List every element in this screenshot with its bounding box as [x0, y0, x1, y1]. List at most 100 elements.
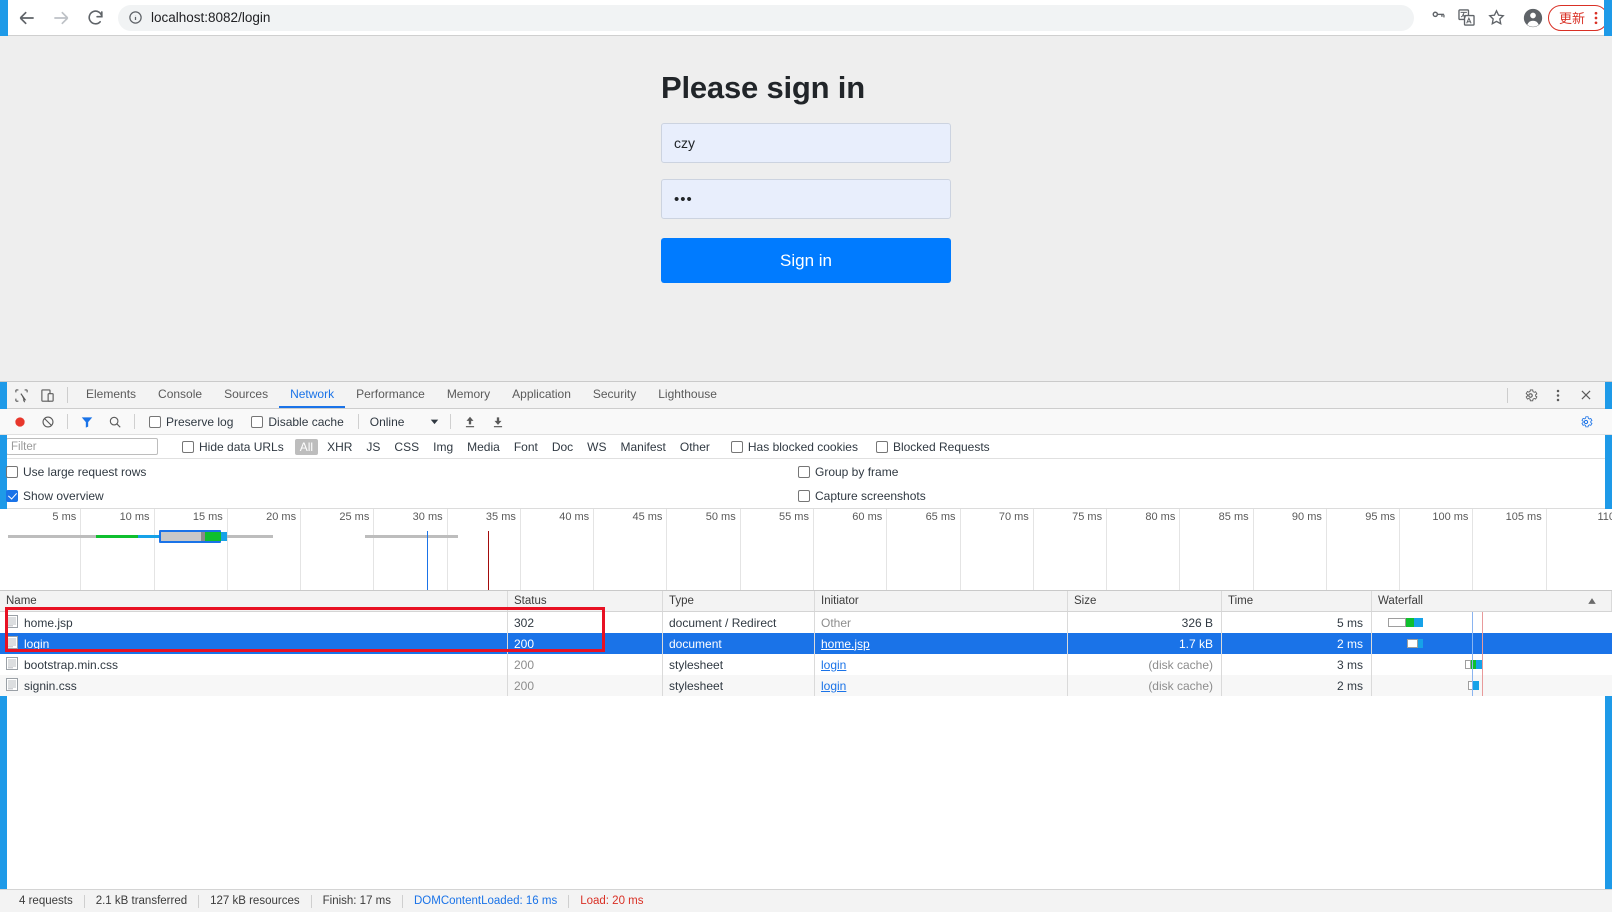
cell-name: login	[0, 633, 508, 654]
column-header-name[interactable]: Name	[0, 591, 508, 611]
group-by-frame-checkbox[interactable]: Group by frame	[798, 465, 898, 479]
forward-arrow-icon[interactable]	[44, 1, 78, 35]
filter-type-media[interactable]: Media	[462, 439, 505, 455]
tab-console[interactable]: Console	[147, 382, 213, 408]
tab-network[interactable]: Network	[279, 382, 346, 408]
login-form: Please sign in czy ••• Sign in	[661, 36, 951, 283]
overview-tick-label: 70 ms	[998, 511, 1029, 523]
table-row[interactable]: home.jsp 302 document / Redirect Other 326 B…	[0, 612, 1612, 633]
filter-type-js[interactable]: JS	[361, 439, 385, 455]
network-overview-timeline[interactable]: 5 ms 10 ms 15 ms 20 ms 25 ms 30 ms 35 ms 40 ms 4…	[0, 509, 1612, 591]
gear-icon[interactable]	[1516, 388, 1544, 403]
device-toolbar-icon[interactable]	[34, 382, 60, 408]
column-label: Time	[1228, 595, 1254, 607]
column-header-waterfall[interactable]: Waterfall	[1372, 591, 1612, 611]
username-input[interactable]: czy	[661, 123, 951, 163]
page-info-icon[interactable]	[128, 10, 143, 25]
document-icon	[6, 614, 18, 631]
use-large-request-rows-checkbox[interactable]: Use large request rows	[6, 465, 146, 479]
tab-label: Lighthouse	[658, 387, 717, 401]
update-button[interactable]: 更新	[1547, 4, 1608, 31]
overview-tick: 35 ms	[448, 509, 521, 590]
page-title: Please sign in	[661, 70, 865, 105]
filter-input[interactable]: Filter	[6, 438, 158, 455]
capture-screenshots-checkbox[interactable]: Capture screenshots	[798, 489, 926, 503]
hide-data-urls-checkbox[interactable]: Hide data URLs	[182, 440, 284, 454]
cell-name: bootstrap.min.css	[0, 654, 508, 675]
chip-label: Other	[679, 439, 710, 454]
initiator-link[interactable]: login	[821, 658, 846, 672]
stylesheet-icon	[6, 677, 18, 694]
initiator-link[interactable]: login	[821, 679, 846, 693]
chip-label: JS	[366, 439, 381, 454]
has-blocked-cookies-checkbox[interactable]: Has blocked cookies	[730, 440, 858, 454]
overview-tick-label: 30 ms	[412, 511, 443, 523]
tab-security[interactable]: Security	[582, 382, 647, 408]
column-header-size[interactable]: Size	[1068, 591, 1222, 611]
checkbox-label: Blocked Requests	[892, 439, 990, 454]
column-header-status[interactable]: Status	[508, 591, 663, 611]
password-input[interactable]: •••	[661, 179, 951, 219]
waterfall-load-line	[1482, 612, 1483, 696]
tab-memory[interactable]: Memory	[436, 382, 501, 408]
devtools-tabbar-actions	[1499, 382, 1612, 408]
filter-type-other[interactable]: Other	[675, 439, 715, 455]
url-text: localhost:8082/login	[151, 10, 271, 25]
record-stop-icon[interactable]	[6, 415, 34, 429]
clear-icon[interactable]	[34, 415, 62, 429]
overview-selection-window[interactable]	[159, 530, 227, 543]
filter-type-doc[interactable]: Doc	[547, 439, 578, 455]
filter-type-img[interactable]: Img	[428, 439, 458, 455]
column-header-initiator[interactable]: Initiator	[815, 591, 1068, 611]
tab-sources[interactable]: Sources	[213, 382, 279, 408]
blocked-requests-checkbox[interactable]: Blocked Requests	[875, 439, 990, 454]
table-row[interactable]: signin.css 200 stylesheet login (disk cache)…	[0, 675, 1612, 696]
devtools-tabbar: Elements Console Sources Network Perform…	[0, 382, 1612, 409]
gear-icon[interactable]	[1572, 415, 1600, 429]
status-finish: Finish: 17 ms	[322, 895, 391, 907]
size-value: (disk cache)	[1148, 678, 1213, 693]
back-arrow-icon[interactable]	[10, 1, 44, 35]
filter-funnel-icon[interactable]	[73, 415, 101, 429]
column-header-time[interactable]: Time	[1222, 591, 1372, 611]
filter-type-all[interactable]: All	[294, 438, 319, 455]
reload-icon[interactable]	[78, 1, 112, 35]
table-row[interactable]: bootstrap.min.css 200 stylesheet login (disk…	[0, 654, 1612, 675]
tab-elements[interactable]: Elements	[75, 382, 147, 408]
show-overview-checkbox[interactable]: Show overview	[6, 489, 104, 503]
filter-type-manifest[interactable]: Manifest	[616, 439, 671, 455]
tab-lighthouse[interactable]: Lighthouse	[647, 382, 728, 408]
tab-application[interactable]: Application	[501, 382, 582, 408]
import-har-icon[interactable]	[456, 415, 484, 429]
toolbar-divider	[67, 414, 68, 429]
address-bar[interactable]: localhost:8082/login	[118, 4, 1414, 31]
export-har-icon[interactable]	[484, 415, 512, 429]
close-icon[interactable]	[1572, 388, 1600, 402]
kebab-menu-icon[interactable]	[1544, 388, 1572, 403]
kebab-menu-icon[interactable]	[1589, 10, 1603, 26]
disable-cache-checkbox[interactable]: Disable cache	[251, 415, 344, 429]
preserve-log-checkbox[interactable]: Preserve log	[149, 415, 233, 429]
overview-tick-label: 80 ms	[1145, 511, 1176, 523]
initiator-link[interactable]: home.jsp	[821, 637, 870, 651]
cell-type: stylesheet	[663, 675, 815, 696]
star-icon[interactable]	[1482, 3, 1512, 33]
cell-size: (disk cache)	[1068, 675, 1222, 696]
sign-in-button[interactable]: Sign in	[661, 238, 951, 283]
checkbox-label: Preserve log	[166, 414, 234, 429]
column-header-type[interactable]: Type	[663, 591, 815, 611]
tab-performance[interactable]: Performance	[345, 382, 436, 408]
inspect-element-icon[interactable]	[8, 382, 34, 408]
filter-type-css[interactable]: CSS	[389, 439, 424, 455]
filter-type-font[interactable]: Font	[509, 439, 543, 455]
filter-type-xhr[interactable]: XHR	[322, 439, 357, 455]
profile-avatar-icon[interactable]	[1518, 3, 1548, 33]
update-label: 更新	[1558, 11, 1585, 26]
throttling-select[interactable]: Online	[364, 415, 446, 429]
table-row[interactable]: login 200 document home.jsp 1.7 kB 2 ms	[0, 633, 1612, 654]
key-icon[interactable]	[1422, 3, 1452, 33]
search-icon[interactable]	[101, 415, 129, 429]
checkbox-box	[798, 465, 810, 478]
filter-type-ws[interactable]: WS	[582, 439, 611, 455]
translate-icon[interactable]	[1452, 3, 1482, 33]
